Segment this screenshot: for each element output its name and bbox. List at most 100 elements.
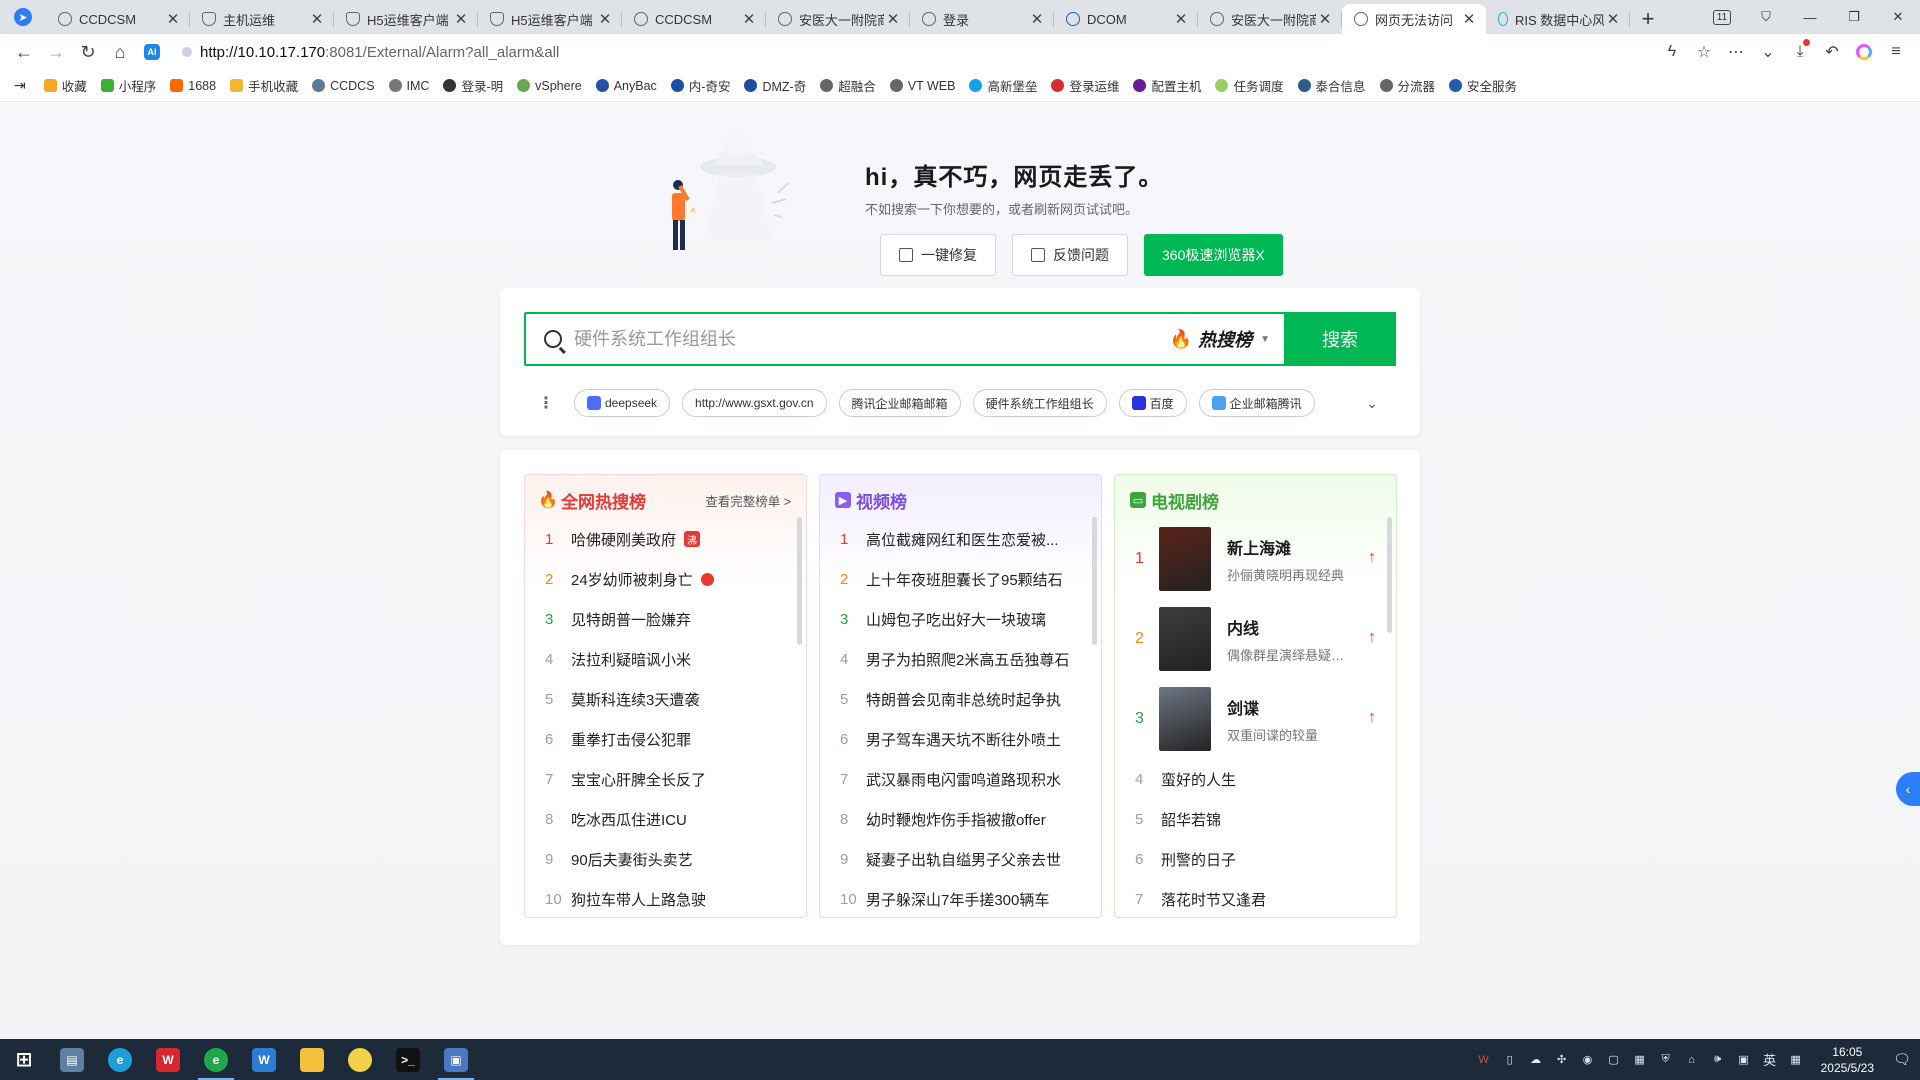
- bookmark-item[interactable]: 小程序: [100, 76, 156, 95]
- bookmark-item[interactable]: DMZ-奇: [744, 76, 806, 95]
- bookmark-item[interactable]: CCDCS: [312, 79, 375, 93]
- security-icon[interactable]: ◉: [1578, 1050, 1598, 1070]
- more-icon[interactable]: ⋯: [1720, 36, 1752, 68]
- ranking-item[interactable]: 9 疑妻子出轨自缢男子父亲去世: [820, 839, 1101, 879]
- search-history-chip[interactable]: 腾讯企业邮箱邮箱: [838, 389, 961, 417]
- bookmark-item[interactable]: 内-奇安: [670, 76, 730, 95]
- search-input[interactable]: [574, 328, 1170, 350]
- ranking-item[interactable]: 1 高位截瘫网红和医生恋爱被...: [820, 519, 1101, 559]
- browser-tab[interactable]: 主机运维 ✕: [190, 4, 334, 34]
- wps-tray-icon[interactable]: W: [1474, 1050, 1494, 1070]
- tab-count-button[interactable]: 11: [1700, 0, 1744, 34]
- ranking-item[interactable]: 7 宝宝心肝脾全长反了: [525, 759, 806, 799]
- ranking-item[interactable]: 6 重拳打击侵公犯罪: [525, 719, 806, 759]
- taskbar-app-360-browser[interactable]: e: [192, 1039, 240, 1080]
- repair-button[interactable]: 一键修复: [880, 234, 996, 276]
- view-full-list-link[interactable]: 查看完整榜单 >: [705, 491, 791, 510]
- download-icon[interactable]: ⤓: [1784, 36, 1816, 68]
- browser-tab[interactable]: H5运维客户端 ✕: [478, 4, 622, 34]
- close-icon[interactable]: ✕: [884, 10, 902, 28]
- ranking-item[interactable]: 6 男子驾车遇天坑不断往外喷土: [820, 719, 1101, 759]
- ai-button[interactable]: AI: [136, 36, 168, 68]
- taskbar-app-wps[interactable]: W: [144, 1039, 192, 1080]
- browser-tab[interactable]: 安医大一附院商 ✕: [1198, 4, 1342, 34]
- sidebar-toggle-icon[interactable]: ⇥: [14, 77, 26, 94]
- ime-mode-icon[interactable]: ▦: [1786, 1050, 1806, 1070]
- ranking-item[interactable]: 2 24岁幼师被刺身亡: [525, 559, 806, 599]
- back-button[interactable]: ←: [8, 36, 40, 68]
- browser-tab[interactable]: CCDCSM ✕: [46, 4, 190, 34]
- bookmark-item[interactable]: 登录-明: [443, 76, 503, 95]
- shield-icon[interactable]: ⛨: [1656, 1050, 1676, 1070]
- settings-icon[interactable]: ✣: [1552, 1050, 1572, 1070]
- ranking-item[interactable]: 8 吃冰西瓜住进ICU: [525, 799, 806, 839]
- browser-tab[interactable]: RIS 数据中心风 ✕: [1486, 4, 1630, 34]
- tv-poster-image[interactable]: [1159, 607, 1211, 671]
- browser-tab[interactable]: CCDCSM ✕: [622, 4, 766, 34]
- close-icon[interactable]: ✕: [1028, 10, 1046, 28]
- volume-icon[interactable]: 🕪: [1708, 1050, 1728, 1070]
- close-window-button[interactable]: ✕: [1876, 0, 1920, 34]
- ranking-item[interactable]: 5 韶华若锦: [1115, 799, 1396, 839]
- ranking-item[interactable]: 10 狗拉车带人上路急驶: [525, 879, 806, 917]
- ranking-item[interactable]: 4 法拉利疑暗讽小米: [525, 639, 806, 679]
- chevron-down-icon[interactable]: ⌄: [1366, 395, 1378, 412]
- bookmark-item[interactable]: 任务调度: [1215, 76, 1284, 95]
- browser-tab[interactable]: H5运维客户端 ✕: [334, 4, 478, 34]
- search-button[interactable]: 搜索: [1284, 312, 1396, 366]
- taskbar-app-explorer-window[interactable]: ▤: [48, 1039, 96, 1080]
- taskbar-app-chat[interactable]: [336, 1039, 384, 1080]
- close-icon[interactable]: ✕: [452, 10, 470, 28]
- bookmark-item[interactable]: 安全服务: [1449, 76, 1517, 95]
- taskbar-app-remote[interactable]: ▣: [432, 1039, 480, 1080]
- bookmark-item[interactable]: IMC: [388, 79, 429, 93]
- scrollbar[interactable]: [1387, 517, 1392, 633]
- network-icon[interactable]: ⌂: [1682, 1050, 1702, 1070]
- chat-tray-icon[interactable]: ▣: [1734, 1050, 1754, 1070]
- search-history-chip[interactable]: 企业邮箱腾讯: [1198, 389, 1315, 417]
- tv-poster-image[interactable]: [1159, 687, 1211, 751]
- close-icon[interactable]: ✕: [1460, 10, 1478, 28]
- bookmark-item[interactable]: 泰合信息: [1297, 76, 1366, 95]
- home-button[interactable]: ⌂: [104, 36, 136, 68]
- scrollbar[interactable]: [1092, 517, 1097, 645]
- ranking-item[interactable]: 3 山姆包子吃出好大一块玻璃: [820, 599, 1101, 639]
- minimize-button[interactable]: —: [1788, 0, 1832, 34]
- search-history-chip[interactable]: http://www.gsxt.gov.cn: [682, 389, 827, 417]
- ranking-item[interactable]: 4 男子为拍照爬2米高五岳独尊石: [820, 639, 1101, 679]
- reload-button[interactable]: ↻: [72, 36, 104, 68]
- close-icon[interactable]: ✕: [596, 10, 614, 28]
- app-tray-icon[interactable]: ▦: [1630, 1050, 1650, 1070]
- side-panel-toggle[interactable]: ‹: [1896, 772, 1920, 806]
- hot-rank-dropdown[interactable]: 🔥 热搜榜 ▼: [1170, 326, 1270, 352]
- tv-featured-item[interactable]: 1 新上海滩 孙俪黄晓明再现经典 ↑: [1115, 519, 1396, 599]
- restore-button[interactable]: ❐: [1832, 0, 1876, 34]
- ranking-item[interactable]: 5 莫斯科连续3天遭袭: [525, 679, 806, 719]
- bookmark-item[interactable]: 配置主机: [1133, 76, 1201, 95]
- bookmark-item[interactable]: 分流器: [1379, 76, 1435, 95]
- display-icon[interactable]: ▢: [1604, 1050, 1624, 1070]
- browser-app-button[interactable]: ➤: [0, 0, 46, 34]
- bookmark-item[interactable]: 超融合: [820, 76, 876, 95]
- notification-center-button[interactable]: 🗨: [1884, 1039, 1920, 1080]
- taskbar-app-word[interactable]: W: [240, 1039, 288, 1080]
- more-vertical-icon[interactable]: ⋮: [536, 393, 556, 413]
- ranking-item[interactable]: 2 上十年夜班胆囊长了95颗结石: [820, 559, 1101, 599]
- ranking-item[interactable]: 10 男子躲深山7年手搓300辆车: [820, 879, 1101, 917]
- ranking-item[interactable]: 6 刑警的日子: [1115, 839, 1396, 879]
- close-icon[interactable]: ✕: [1604, 10, 1622, 28]
- start-button[interactable]: ⊞: [0, 1039, 48, 1080]
- taskbar-app-files[interactable]: [288, 1039, 336, 1080]
- feedback-button[interactable]: 反馈问题: [1012, 234, 1128, 276]
- address-bar[interactable]: http://10.10.17.170:8081/External/Alarm?…: [176, 38, 1648, 66]
- scrollbar[interactable]: [797, 517, 802, 645]
- ranking-item[interactable]: 8 幼时鞭炮炸伤手指被撤offer: [820, 799, 1101, 839]
- cloud-icon[interactable]: ☁: [1526, 1050, 1546, 1070]
- search-history-chip[interactable]: 百度: [1118, 389, 1187, 417]
- ranking-item[interactable]: 3 见特朗普一脸嫌弃: [525, 599, 806, 639]
- browser-promo-button[interactable]: 360极速浏览器X: [1144, 234, 1283, 276]
- bookmark-item[interactable]: 登录运维: [1051, 76, 1119, 95]
- close-icon[interactable]: ✕: [308, 10, 326, 28]
- close-icon[interactable]: ✕: [164, 10, 182, 28]
- chevron-down-icon[interactable]: ⌄: [1752, 36, 1784, 68]
